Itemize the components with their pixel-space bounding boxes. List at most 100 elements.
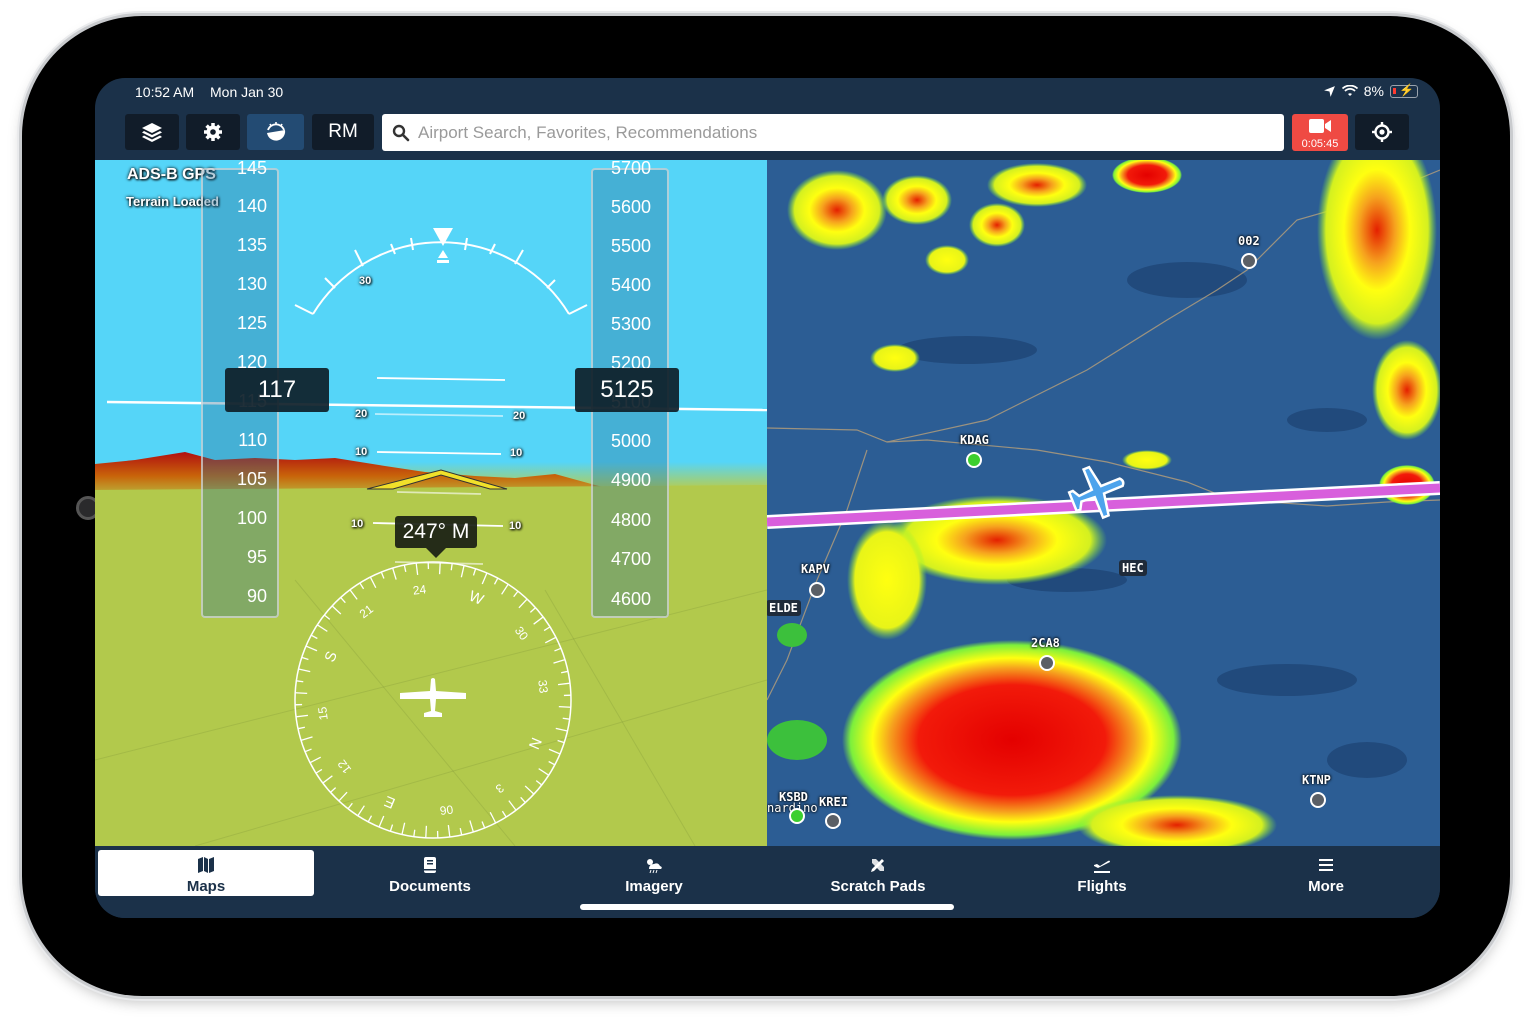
compass-tick (557, 682, 571, 686)
airspeed-tick: 145 (236, 160, 267, 178)
compass-tick (389, 824, 394, 832)
compass-tick (554, 647, 562, 652)
tab-label: More (1308, 878, 1344, 895)
battery-percent: 8% (1363, 83, 1384, 99)
weather-map[interactable]: 002 KDAG KAPV 2CA8 KTNP KSBD nardino KRE… (767, 160, 1440, 846)
compass-label: E (382, 792, 398, 812)
tab-maps[interactable]: Maps (98, 850, 314, 896)
compass-tick (472, 568, 477, 576)
compass-tick (501, 583, 509, 595)
altitude-tick: 4600 (610, 589, 651, 609)
compass-tick (481, 572, 488, 585)
pitch-label: 10 (351, 518, 364, 530)
compass-tick (508, 800, 517, 811)
airspeed-tick: 135 (236, 235, 267, 255)
compass-tick (295, 714, 309, 718)
compass-tick (489, 811, 497, 824)
compass-tick (481, 821, 486, 829)
compass-label: 33 (535, 679, 551, 694)
airport-label-2ca8: 2CA8 (1031, 636, 1060, 650)
crosshair-icon (1372, 122, 1392, 142)
altitude-tick: 5000 (610, 431, 651, 451)
airport-marker-kdag[interactable] (966, 452, 982, 468)
compass-tick (367, 815, 373, 823)
compass-tick (548, 748, 561, 755)
airport-marker-002[interactable] (1241, 253, 1257, 269)
compass-label: 15 (315, 706, 331, 721)
airspeed-tick: 95 (246, 547, 267, 567)
book-icon (424, 857, 436, 873)
compass-tick (460, 565, 465, 578)
synthetic-vision-pane[interactable]: 30 20 10 10 20 10 10 ADS-B GPS Terrain L… (95, 160, 767, 846)
compass-tick (548, 760, 556, 766)
compass-label: 24 (412, 582, 427, 598)
compass-tick (315, 768, 323, 774)
compass-tick (538, 768, 550, 776)
compass-label: 12 (335, 757, 354, 776)
airspeed-tick: 100 (236, 508, 267, 528)
compass-tick (544, 636, 557, 644)
compass-tick (297, 726, 305, 730)
bottom-tab-bar: Maps Documents Imagery Scratch Pads Flig… (95, 846, 1440, 918)
tab-documents[interactable]: Documents (322, 850, 538, 896)
gear-icon (204, 123, 222, 141)
compass-tick (380, 571, 385, 579)
pitch-label: 10 (355, 446, 368, 458)
airport-marker-krei[interactable] (825, 813, 841, 829)
tab-scratch-pads[interactable]: Scratch Pads (770, 850, 986, 896)
compass-tick (300, 736, 313, 741)
compass-tick (533, 616, 544, 625)
airplane-departure-icon (1094, 860, 1110, 873)
compass-tick (322, 775, 333, 784)
record-button[interactable]: 0:05:45 (1292, 114, 1348, 151)
airport-label-002: 002 (1238, 234, 1260, 248)
ownship-airplane-icon (400, 678, 466, 717)
airport-marker-ktnp[interactable] (1310, 792, 1326, 808)
settings-button[interactable] (186, 114, 240, 150)
altitude-tick: 5700 (610, 160, 651, 178)
compass-tick (520, 796, 526, 803)
airport-search-bar[interactable] (382, 114, 1284, 151)
airport-marker-2ca8[interactable] (1039, 655, 1055, 671)
tab-flights[interactable]: Flights (994, 850, 1210, 896)
compass-tick (415, 562, 419, 576)
locate-button[interactable] (1355, 114, 1409, 150)
waypoint-label-elde[interactable]: ELDE (767, 600, 801, 616)
attitude-indicator-icon (266, 122, 285, 141)
tab-imagery[interactable]: Imagery (546, 850, 762, 896)
waypoint-label-hec[interactable]: HEC (1119, 560, 1147, 576)
altitude-tick: 4800 (610, 510, 651, 530)
airspeed-readout: 117 (225, 368, 329, 412)
compass-tick (518, 598, 528, 609)
toolbar: RM 0:05:45 (95, 110, 1440, 154)
altitude-tick: 5500 (610, 236, 651, 256)
home-indicator[interactable] (580, 904, 954, 910)
compass-label: N (525, 735, 545, 752)
compass-tick (493, 577, 499, 585)
status-date: Mon Jan 30 (210, 84, 284, 100)
compass-tick (392, 567, 397, 580)
tab-label: Documents (389, 878, 471, 895)
video-camera-icon (1309, 119, 1331, 133)
airport-marker-ksbd[interactable] (789, 808, 805, 824)
battery-charging-icon: ⚡ (1390, 83, 1418, 98)
pitch-label: 20 (513, 410, 526, 422)
compass-tick (403, 564, 407, 572)
compass-tick (295, 692, 308, 695)
compass-tick (543, 626, 551, 632)
tab-more[interactable]: More (1218, 850, 1434, 896)
search-input[interactable] (416, 121, 1280, 144)
airport-marker-kapv[interactable] (809, 582, 825, 598)
rm-button[interactable]: RM (312, 114, 374, 150)
airport-label-kdag: KDAG (960, 433, 989, 447)
compass-tick (513, 590, 519, 598)
location-arrow-icon (1323, 85, 1335, 97)
radar-overlay (767, 160, 1440, 846)
airspeed-tick: 110 (238, 430, 267, 450)
airport-label-kapv: KAPV (801, 562, 830, 576)
layers-button[interactable] (125, 114, 179, 150)
synthetic-vision-button[interactable] (247, 114, 304, 150)
compass-tick (469, 820, 474, 833)
compass-tick (338, 791, 348, 802)
compass-tick (535, 780, 543, 786)
